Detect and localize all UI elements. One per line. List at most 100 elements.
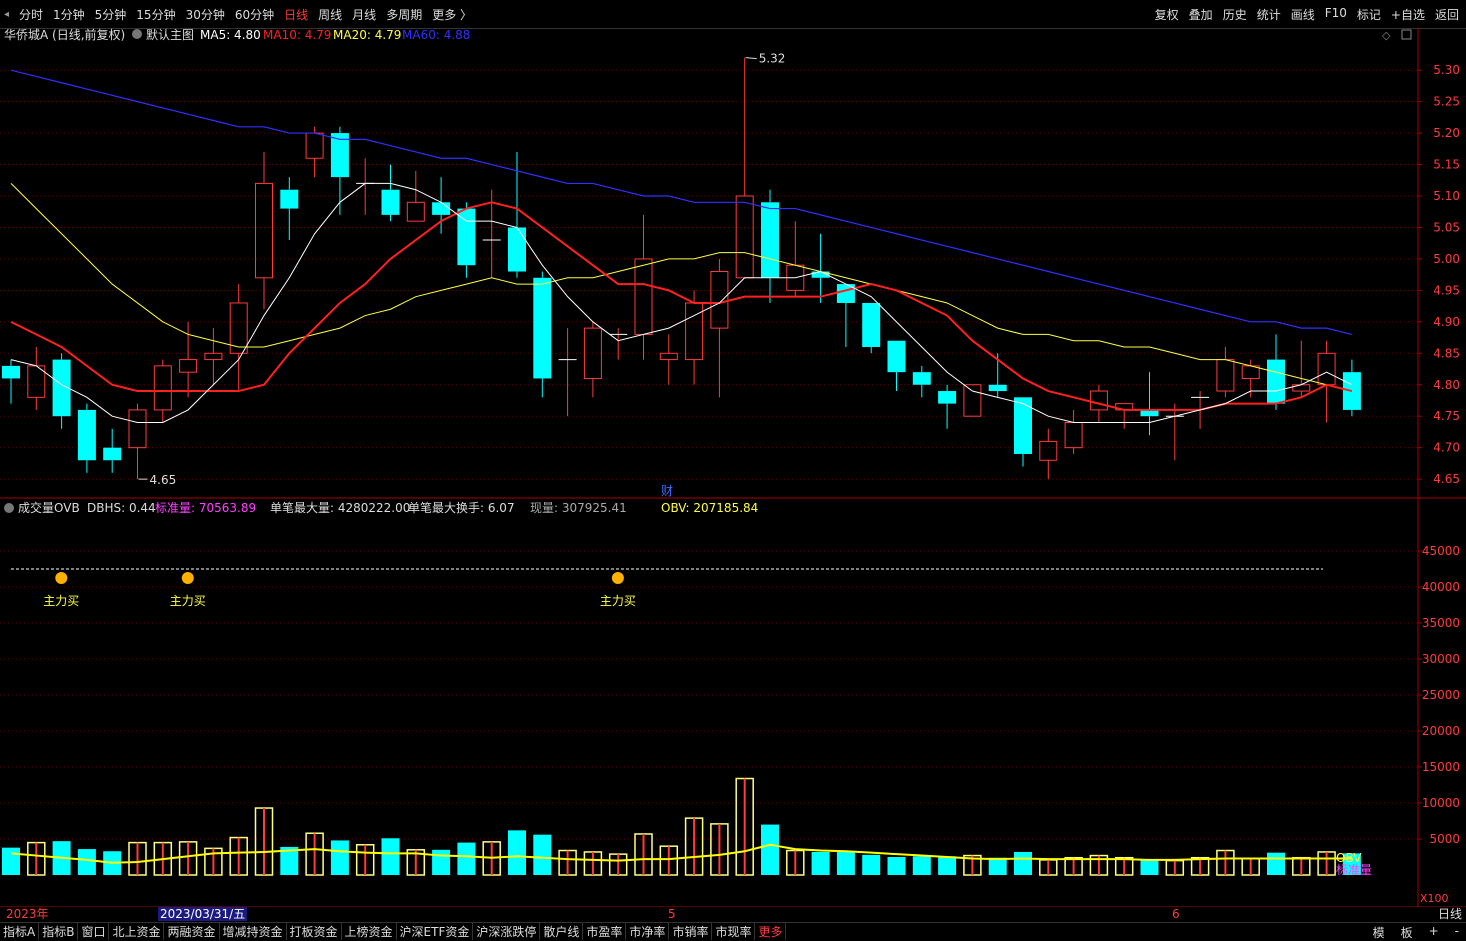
template-name: 默认主图 xyxy=(146,28,194,42)
candle-body-up xyxy=(1039,440,1058,461)
indicator-tab-9[interactable]: 沪深涨跌停 xyxy=(473,923,541,940)
candle-body-up xyxy=(179,359,198,373)
candle-body-down xyxy=(103,447,122,461)
candle-body-up xyxy=(1317,352,1336,386)
indicator-tab-14[interactable]: 市现率 xyxy=(712,923,756,940)
volume-tick-label: 10000 xyxy=(1422,796,1460,810)
diamond-icon: ◇ xyxy=(1382,29,1391,42)
indicator-tab-3[interactable]: 北上资金 xyxy=(109,923,165,940)
candle-body-down xyxy=(508,227,526,272)
candle-body-up xyxy=(634,258,653,335)
volume-tick-label: 40000 xyxy=(1422,580,1460,594)
stock-chart[interactable]: 4.65 4.70 4.75 4.80 4.85 4.90 4.95 5.00 5.05 5.10… xyxy=(0,28,1466,908)
stock-title: 华侨城A (日线,前复权) xyxy=(4,28,125,42)
ma5-line xyxy=(10,182,1353,423)
period-tab-8[interactable]: 月线 xyxy=(347,6,381,23)
indicator-tab-13[interactable]: 市销率 xyxy=(669,923,713,940)
price-tick-label: 5.00 xyxy=(1433,252,1460,266)
bottom-control-2[interactable]: + xyxy=(1426,924,1442,941)
bottom-control-1[interactable]: 板 xyxy=(1398,924,1416,941)
volume-bar-down xyxy=(508,830,526,875)
price-tick-label: 4.65 xyxy=(1433,472,1460,486)
price-tick-label: 4.75 xyxy=(1433,409,1460,423)
buy-signal-icon xyxy=(55,572,68,584)
volume-tick-label: 45000 xyxy=(1422,544,1460,558)
more-indicators-button[interactable]: 更多 xyxy=(755,923,787,940)
tool-button-8[interactable]: 返回 xyxy=(1430,6,1464,23)
candle-body-down xyxy=(761,202,779,278)
period-tab-5[interactable]: 60分钟 xyxy=(230,6,279,23)
indicator-tab-12[interactable]: 市净率 xyxy=(626,923,670,940)
period-tab-3[interactable]: 15分钟 xyxy=(131,6,180,23)
volume-bar-down xyxy=(533,834,552,875)
indicator-tab-6[interactable]: 打板资金 xyxy=(287,923,342,940)
candle-body-down xyxy=(77,409,96,461)
high-price-pointer xyxy=(745,57,757,60)
bottom-control-0[interactable]: 模 xyxy=(1370,924,1388,941)
ma-label-2: MA20: 4.79 xyxy=(333,28,401,42)
bottom-control-3[interactable]: - xyxy=(1452,924,1462,941)
indicator-tab-2[interactable]: 窗口 xyxy=(78,923,110,940)
volume-tick-label: 20000 xyxy=(1422,724,1460,738)
indicator-tab-4[interactable]: 两融资金 xyxy=(164,923,220,940)
price-tick-label: 5.20 xyxy=(1433,126,1460,140)
price-tick-label: 5.15 xyxy=(1433,158,1460,172)
period-tabs: ◂ 分时 1分钟 5分钟 15分钟 30分钟 60分钟 日线 周线 月线 多周期 更多 〉 xyxy=(4,6,477,23)
volume-bar-down xyxy=(988,857,1007,875)
candle-body-down xyxy=(381,189,400,215)
indicator-tab-7[interactable]: 上榜资金 xyxy=(342,923,397,940)
ma-label-0: MA5: 4.80 xyxy=(200,28,261,42)
candle-body-down xyxy=(280,189,299,209)
indicator-tab-0[interactable]: 指标A xyxy=(0,923,40,940)
volume-bar-down xyxy=(811,851,830,875)
period-tab-1[interactable]: 1分钟 xyxy=(48,6,90,23)
volume-bar-down xyxy=(1014,851,1032,875)
high-price-label: 5.32 xyxy=(759,52,786,66)
indicator-tab-11[interactable]: 市盈率 xyxy=(583,923,627,940)
maximize-icon xyxy=(1401,29,1412,40)
tool-button-0[interactable]: 复权 xyxy=(1150,6,1184,23)
candle-body-down xyxy=(988,384,1007,392)
period-tab-9[interactable]: 多周期 xyxy=(381,6,427,23)
ma60-line xyxy=(10,69,1353,335)
period-tab-0[interactable]: 分时 xyxy=(14,6,48,23)
price-tick-label: 4.85 xyxy=(1433,346,1460,360)
tool-button-2[interactable]: 历史 xyxy=(1218,6,1252,23)
buy-signal-label: 主力买 xyxy=(600,594,636,608)
candle-body-up xyxy=(255,182,273,279)
tool-button-3[interactable]: 统计 xyxy=(1252,6,1286,23)
period-tab-4[interactable]: 30分钟 xyxy=(181,6,230,23)
ma-label-1: MA10: 4.79 xyxy=(263,28,331,42)
candle-body-up xyxy=(659,352,678,361)
time-axis-label-2: 5 xyxy=(668,907,676,921)
volume-bar-down xyxy=(912,856,931,875)
indicator-tab-10[interactable]: 散户线 xyxy=(540,923,584,940)
period-tab-6[interactable]: 日线 xyxy=(279,6,313,23)
indicator-tab-5[interactable]: 增减持资金 xyxy=(220,923,287,940)
price-tick-label: 5.05 xyxy=(1433,220,1460,234)
indicator-tab-8[interactable]: 沪深ETF资金 xyxy=(397,923,474,940)
tool-buttons: 复权 叠加 历史 统计 画线 F10 标记 +自选 返回 xyxy=(1150,6,1464,23)
tool-button-1[interactable]: 叠加 xyxy=(1184,6,1218,23)
volume-tick-label: 25000 xyxy=(1422,688,1460,702)
buy-signal-label: 主力买 xyxy=(170,594,206,608)
tool-button-4[interactable]: 画线 xyxy=(1286,6,1320,23)
candle-body-down xyxy=(1267,359,1285,404)
indicator-tab-1[interactable]: 指标B xyxy=(39,923,79,940)
time-axis-label-3: 6 xyxy=(1172,907,1180,921)
tool-button-6[interactable]: 标记 xyxy=(1352,6,1386,23)
period-tab-2[interactable]: 5分钟 xyxy=(90,6,132,23)
tool-button-5[interactable]: F10 xyxy=(1320,6,1352,23)
candle-body-up xyxy=(204,352,223,361)
current-volume-value: 现量: 307925.41 xyxy=(530,501,627,515)
period-tab-7[interactable]: 周线 xyxy=(313,6,347,23)
volume-bar-down xyxy=(432,849,451,875)
time-axis-label-1: 2023/03/31/五 xyxy=(158,907,248,921)
volume-title: 成交量OVB xyxy=(18,500,80,515)
tool-button-7[interactable]: +自选 xyxy=(1386,6,1430,23)
volume-bar-down xyxy=(1267,852,1285,875)
price-tick-label: 5.25 xyxy=(1433,95,1460,109)
collapse-arrow-icon[interactable]: ◂ xyxy=(4,9,14,20)
price-tick-label: 4.70 xyxy=(1433,441,1460,455)
period-tab-10[interactable]: 更多 〉 xyxy=(427,6,477,23)
